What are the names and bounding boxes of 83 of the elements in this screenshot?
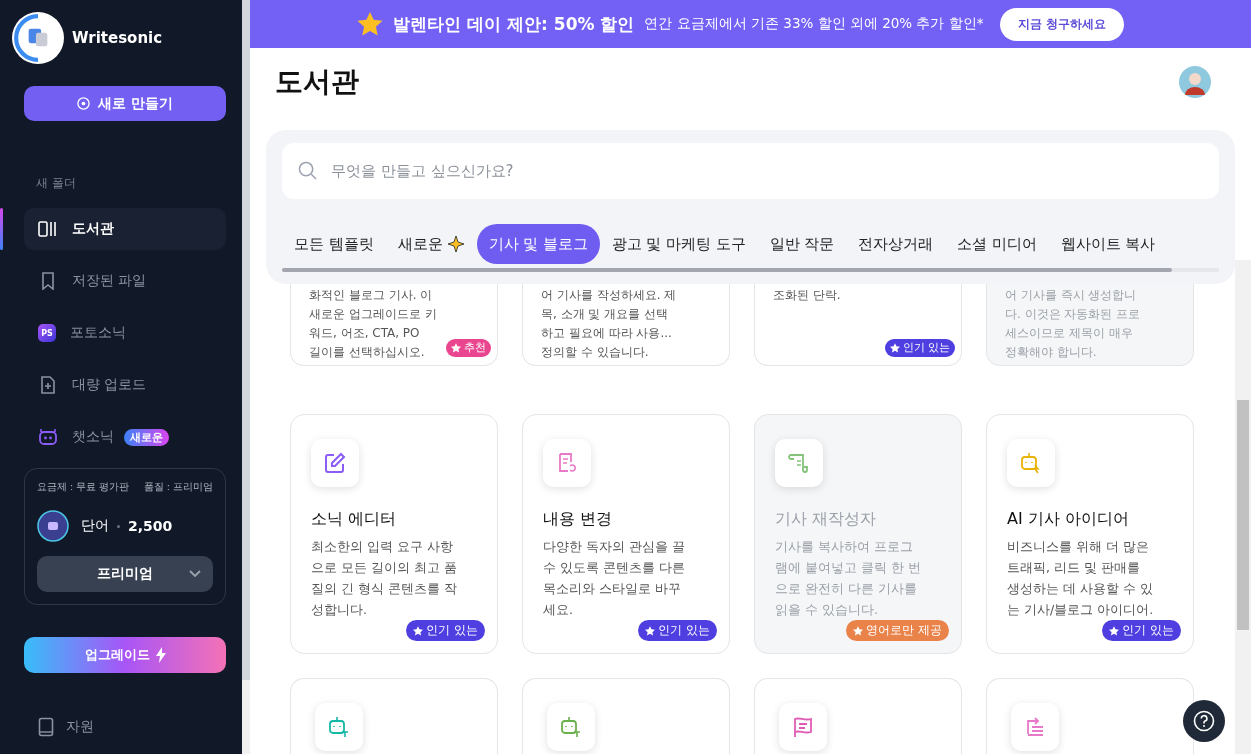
card-description: 화적인 블로그 기사. 이 새로운 업그레이드로 키 워드, 어조, CTA, PO 길이를 선택하십시오.: [309, 287, 437, 361]
brand-name: Writesonic: [72, 29, 163, 47]
sidebar-item[interactable]: 대량 업로드: [24, 364, 226, 406]
star-icon: [1109, 625, 1120, 636]
card-badge: 인기 있는: [638, 620, 717, 641]
words-count: 2,500: [128, 518, 173, 534]
template-card[interactable]: 화적인 블로그 기사. 이 새로운 업그레이드로 키 워드, 어조, CTA, PO 길이를 선택하십시오. 추천: [290, 284, 498, 366]
sidebar-item-label: 챗소닉: [72, 428, 114, 446]
card-title: AI 기사 아이디어: [1007, 509, 1130, 530]
card-description: 조화된 단락.: [773, 287, 841, 304]
card-title: 소닉 에디터: [311, 509, 398, 530]
star-icon: [451, 343, 461, 353]
card-description: 비즈니스를 위해 더 많은 트래픽, 리드 및 판매를 생성하는 데 사용할 수 있 는 기사/블로그 아이디어.: [1007, 538, 1155, 619]
photosonic-icon: PS: [38, 324, 56, 342]
card-badge: 영어로만 제공: [846, 620, 949, 641]
card-title: 내용 변경: [543, 509, 614, 530]
robot-icon: [38, 428, 58, 446]
banner-text: 연간 요금제에서 기존 33% 할인 외에 20% 추가 할인*: [644, 15, 984, 33]
template-card[interactable]: 어 기사를 작성하세요. 제 목, 소개 및 개요를 선택 하고 필요에 따라 사용... 정의할 수 있습니다.: [522, 284, 730, 366]
card-description: 기사를 복사하여 프로그 램에 붙여넣고 클릭 한 번 으로 완전히 다른 기사를 읽을 수 있습니다.: [775, 538, 922, 619]
card-badge: 인기 있는: [406, 620, 485, 641]
template-card[interactable]: 내용 변경 다양한 독자의 관심을 끌 수 있도록 콘텐츠를 다른 목소리와 스타일로 바꾸 세요. 인기 있는: [522, 414, 730, 654]
card-description: 어 기사를 작성하세요. 제 목, 소개 및 개요를 선택 하고 필요에 따라 사용... 정의할 수 있습니다.: [541, 287, 677, 361]
search-field[interactable]: 무엇을 만들고 싶으신가요?: [282, 143, 1219, 199]
card-description: 다양한 독자의 관심을 끌 수 있도록 콘텐츠를 다른 목소리와 스타일로 바꾸 세요.: [543, 538, 686, 619]
category-tab[interactable]: 기사 및 블로그: [476, 224, 600, 264]
page-title: 도서관: [275, 63, 359, 100]
add-circle-icon: [77, 97, 91, 110]
star-icon: [413, 625, 424, 636]
words-label: 단어: [81, 517, 109, 535]
sidebar-item-label: 대량 업로드: [72, 376, 147, 394]
avatar[interactable]: [1179, 65, 1211, 98]
help-icon: [1193, 710, 1215, 732]
chevron-down-icon: [189, 570, 201, 578]
sidebar-item-label: 도서관: [72, 220, 114, 238]
lightning-icon: [155, 647, 166, 663]
star-icon: [853, 625, 864, 636]
category-tab[interactable]: 새로운: [385, 224, 477, 264]
new-button[interactable]: 새로 만들기: [24, 86, 226, 121]
category-tab[interactable]: 일반 작문: [757, 224, 847, 264]
card-badge: 인기 있는: [1102, 620, 1181, 641]
sidebar-item[interactable]: 챗소닉 새로운: [24, 416, 226, 458]
category-tab[interactable]: 모든 템플릿: [282, 224, 386, 264]
sidebar-item-label: 포토소닉: [70, 324, 126, 342]
search-icon: [298, 161, 317, 180]
card-title: 기사 재작성자: [775, 509, 878, 530]
card-badge: 인기 있는: [884, 339, 955, 357]
template-card[interactable]: 소닉 에디터 최소한의 입력 요구 사항 으로 모든 길이의 최고 품 질의 긴 형식 콘텐츠를 작 성합니다. 인기 있는: [290, 414, 498, 654]
quality-select[interactable]: 프리미엄: [37, 556, 213, 592]
book-icon: [38, 717, 54, 737]
category-tab[interactable]: 전자상거래: [846, 224, 946, 264]
scrollbar[interactable]: [242, 0, 250, 754]
logo-icon: [12, 12, 64, 64]
card-description: 어 기사를 즉시 생성합니 다. 이것은 자동화된 프로 세스이므로 제목이 매우 정확해야 합니다.: [1005, 287, 1141, 361]
scrollbar[interactable]: [282, 268, 1172, 272]
card-description: 최소한의 입력 요구 사항 으로 모든 길이의 최고 품 질의 긴 형식 콘텐츠를 작 성합니다.: [311, 538, 458, 619]
upgrade-button[interactable]: 업그레이드: [24, 637, 226, 673]
sidebar-item[interactable]: 자원: [38, 717, 226, 737]
banner-title: 발렌타인 데이 제안: 50% 할인: [393, 12, 635, 36]
new-badge: 새로운: [124, 428, 169, 446]
help-button[interactable]: [1183, 700, 1225, 742]
coin-icon: [37, 510, 69, 542]
sidebar-item-label: 저장된 파일: [72, 272, 147, 290]
sidebar-item[interactable]: PS 포토소닉: [24, 312, 226, 354]
sidebar-item-label: 자원: [66, 718, 94, 736]
folder-label: 새 폴더: [36, 175, 77, 192]
star-icon: [357, 12, 384, 36]
scrollbar[interactable]: [1237, 400, 1249, 630]
category-tab[interactable]: 광고 및 마케팅 도구: [599, 224, 758, 264]
template-card[interactable]: AI 기사 아이디어 비즈니스를 위해 더 많은 트래픽, 리드 및 판매를 생성하는 데 사용할 수 있 는 기사/블로그 아이디어. 인기 있는: [986, 414, 1194, 654]
star-icon: [889, 343, 900, 353]
active-indicator: [0, 208, 3, 250]
category-tab[interactable]: 웹사이트 복사: [1048, 224, 1168, 264]
file-add-icon: [38, 376, 58, 394]
library-icon: [38, 220, 58, 238]
quality-label: 품질 : 프리미엄: [143, 481, 213, 494]
sidebar-item[interactable]: 저장된 파일: [24, 260, 226, 302]
category-tab[interactable]: 소셜 미디어: [945, 224, 1049, 264]
card-badge: 추천: [446, 339, 491, 357]
plan-label: 요금제 : 무료 평가판: [37, 481, 130, 494]
star-icon: [645, 625, 656, 636]
template-card[interactable]: 조화된 단락. 인기 있는: [754, 284, 962, 366]
claim-button[interactable]: 지금 청구하세요: [999, 7, 1124, 41]
